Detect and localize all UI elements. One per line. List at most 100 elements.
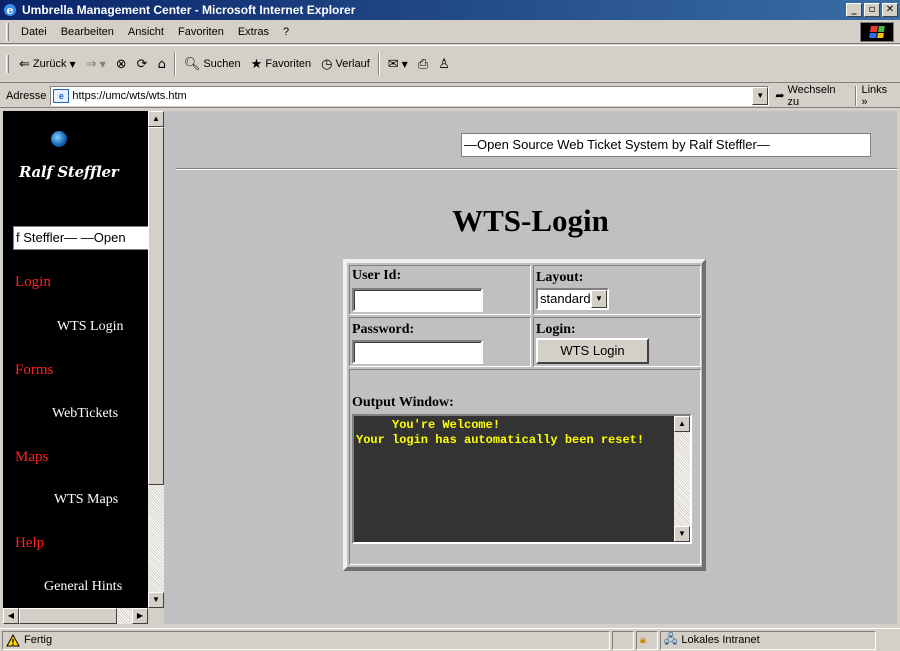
menu-datei[interactable]: Datei xyxy=(14,24,54,40)
history-label: Verlauf xyxy=(335,58,370,70)
window-title: Umbrella Management Center - Microsoft I… xyxy=(22,3,356,17)
favorites-label: Favoriten xyxy=(265,58,312,70)
nav-heading-maps: Maps xyxy=(15,449,49,465)
menu-bar: Datei Bearbeiten Ansicht Favoriten Extra… xyxy=(0,20,900,44)
login-label: Login: xyxy=(536,322,576,337)
menu-ansicht[interactable]: Ansicht xyxy=(121,24,171,40)
internet-explorer-icon: e xyxy=(4,4,16,17)
print-button[interactable]: ⎙ xyxy=(413,54,433,75)
home-button[interactable]: ⌂ xyxy=(153,54,171,75)
layout-label: Layout: xyxy=(536,270,584,285)
minimize-button[interactable]: _ xyxy=(846,3,862,17)
svg-text:!: ! xyxy=(11,638,15,647)
nav-link-wts-maps[interactable]: WTS Maps xyxy=(54,492,118,508)
navigation-horizontal-scrollbar[interactable]: ◀ ▶ xyxy=(3,608,148,624)
mail-button[interactable]: ✉ ▼ xyxy=(383,54,413,75)
status-text-pane: ! Fertig xyxy=(2,630,610,650)
search-label: Suchen xyxy=(203,58,241,70)
back-arrow-icon: ⇐ xyxy=(19,56,30,72)
chevron-down-icon[interactable]: ▼ xyxy=(591,290,607,308)
home-icon: ⌂ xyxy=(157,56,166,72)
messenger-button[interactable]: ♙ xyxy=(433,54,455,75)
scroll-down-button[interactable]: ▼ xyxy=(674,526,690,542)
search-icon: 🔍︎ xyxy=(183,56,201,72)
address-label: Adresse xyxy=(6,89,47,102)
layout-select[interactable]: standard ▼ xyxy=(536,288,609,310)
stop-button[interactable]: ⊗ xyxy=(111,54,132,75)
dropdown-arrow-icon: ▼ xyxy=(401,59,408,69)
password-input[interactable] xyxy=(352,340,483,364)
nav-heading-forms: Forms xyxy=(15,362,54,378)
address-input[interactable]: e https://umc/wts/wts.htm ▼ xyxy=(50,85,770,106)
maximize-button[interactable]: ▫ xyxy=(864,3,880,17)
favorites-button[interactable]: ★ Favoriten xyxy=(246,54,317,75)
back-button[interactable]: ⇐ Zurück ▼ xyxy=(14,54,81,75)
nav-link-general-hints[interactable]: General Hints xyxy=(44,579,122,595)
lock-icon: 🔒︎ xyxy=(640,633,646,646)
windows-logo-icon xyxy=(860,22,894,42)
scroll-up-button[interactable]: ▲ xyxy=(148,111,164,127)
content-frame: —Open Source Web Ticket System by Ralf S… xyxy=(164,111,897,624)
toolbar-separator xyxy=(173,53,176,75)
navigation-vertical-scrollbar[interactable]: ▲ ▼ xyxy=(148,111,164,608)
back-label: Zurück xyxy=(32,58,67,70)
intranet-zone-icon: 🖧︎ xyxy=(664,631,678,646)
menu-extras[interactable]: Extras xyxy=(231,24,276,40)
menu-help[interactable]: ? xyxy=(276,24,296,40)
forward-button[interactable]: ⇒ ▼ xyxy=(81,54,111,75)
output-window[interactable]: You're Welcome! Your login has automatic… xyxy=(352,414,692,544)
scroll-down-button[interactable]: ▼ xyxy=(148,592,164,608)
scroll-thumb[interactable] xyxy=(148,127,164,485)
refresh-icon: ⟳ xyxy=(136,56,148,72)
toolbar-grip[interactable] xyxy=(6,22,9,41)
nav-heading-help: Help xyxy=(15,535,45,551)
toolbar-grip[interactable] xyxy=(6,55,9,73)
nav-link-wts-login[interactable]: WTS Login xyxy=(57,319,124,335)
horizontal-scroll-thumb[interactable] xyxy=(19,608,117,624)
toolbar-separator xyxy=(377,53,380,75)
status-bar: ! Fertig 🔒︎ 🖧︎ Lokales Intranet xyxy=(0,628,900,651)
user-id-input[interactable] xyxy=(352,288,483,312)
status-lock-pane: 🔒︎ xyxy=(636,630,658,650)
scroll-right-button[interactable]: ▶ xyxy=(132,608,148,624)
scroll-left-button[interactable]: ◀ xyxy=(3,608,19,624)
refresh-button[interactable]: ⟳ xyxy=(132,54,153,75)
messenger-icon: ♙ xyxy=(438,56,450,72)
status-text: Fertig xyxy=(24,634,53,646)
page-icon: e xyxy=(53,88,70,103)
horizontal-rule xyxy=(176,168,897,170)
status-zone-pane: 🖧︎ Lokales Intranet xyxy=(660,630,876,650)
standard-toolbar: ⇐ Zurück ▼ ⇒ ▼ ⊗ ⟳ ⌂ 🔍︎ Suchen ★ Favorit… xyxy=(0,45,900,83)
user-id-cell: User Id: xyxy=(349,265,531,315)
output-cell: Output Window: You're Welcome! Your logi… xyxy=(349,369,701,565)
address-dropdown-button[interactable]: ▼ xyxy=(752,86,769,105)
menu-bearbeiten[interactable]: Bearbeiten xyxy=(54,24,121,40)
layout-cell: Layout: standard ▼ xyxy=(533,265,701,315)
zone-text: Lokales Intranet xyxy=(681,634,760,646)
banner-marquee: —Open Source Web Ticket System by Ralf S… xyxy=(461,133,871,157)
nav-link-webtickets[interactable]: WebTickets xyxy=(52,406,118,422)
links-button[interactable]: Links » xyxy=(857,84,900,108)
favorites-icon: ★ xyxy=(250,56,263,72)
menu-favoriten[interactable]: Favoriten xyxy=(171,24,231,40)
close-button[interactable]: ✕ xyxy=(882,3,898,17)
login-form: User Id: Layout: standard ▼ Password: Lo… xyxy=(343,259,706,571)
wts-login-button[interactable]: WTS Login xyxy=(536,338,649,364)
history-button[interactable]: ◷ Verlauf xyxy=(316,54,375,75)
links-label: Links xyxy=(861,83,888,96)
go-arrow-icon: ➦ xyxy=(775,89,785,102)
go-button[interactable]: ➦ Wechseln zu xyxy=(769,84,855,108)
search-button[interactable]: 🔍︎ Suchen xyxy=(179,54,246,75)
scroll-up-button[interactable]: ▲ xyxy=(674,416,690,432)
output-scrollbar[interactable]: ▲ ▼ xyxy=(674,416,690,542)
nav-heading-login: Login xyxy=(15,274,51,290)
status-progress-pane xyxy=(612,630,634,650)
mail-icon: ✉ xyxy=(387,56,399,72)
output-text: You're Welcome! Your login has automatic… xyxy=(356,418,645,447)
dropdown-arrow-icon: ▼ xyxy=(69,59,76,69)
sidebar-marquee: f Steffler— —Open xyxy=(13,226,148,250)
layout-selected-value: standard xyxy=(540,291,591,306)
history-icon: ◷ xyxy=(321,56,333,72)
print-icon: ⎙ xyxy=(417,56,429,72)
warning-icon: ! xyxy=(6,633,20,647)
